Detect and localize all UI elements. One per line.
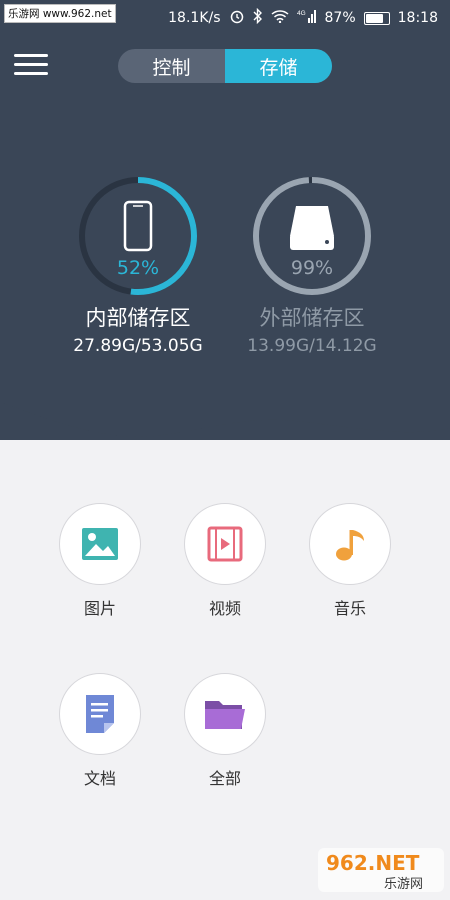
external-percent: 99% [291,257,333,279]
drive-icon [290,206,334,250]
external-storage-gauge[interactable]: 99% [252,176,372,296]
folder-icon [184,673,266,755]
external-storage-label: 外部储存区 13.99G/14.12G [212,302,412,356]
tab-control[interactable]: 控制 [118,49,225,83]
image-icon [59,503,141,585]
external-storage-size: 13.99G/14.12G [247,336,377,356]
document-icon [59,673,141,755]
phone-icon [123,200,153,252]
bluetooth-icon [253,7,263,28]
external-storage-name: 外部储存区 [259,306,365,330]
svg-text:乐游网: 乐游网 [384,877,423,892]
watermark: 乐游网 www.962.net [4,4,116,23]
battery-icon [363,11,390,25]
tab-storage[interactable]: 存储 [225,49,332,83]
alarm-icon [229,8,245,28]
menu-button[interactable] [14,54,48,76]
status-bar: 乐游网 www.962.net 18.1K/s 4G 87% 18:18 [0,0,450,34]
clock: 18:18 [397,10,438,26]
category-documents-label: 文档 [83,769,116,788]
category-music-label: 音乐 [333,599,366,618]
brand-logo: 962.NET 乐游网 [318,848,444,892]
category-music[interactable]: 音乐 [295,503,405,619]
category-all[interactable]: 全部 [170,673,280,789]
category-videos-label: 视频 [208,599,241,618]
svg-text:4G: 4G [297,10,306,17]
category-all-label: 全部 [208,769,241,788]
header-wave [0,380,450,437]
music-icon [309,503,391,585]
category-videos[interactable]: 视频 [170,503,280,619]
svg-text:962.NET: 962.NET [326,851,420,875]
internal-storage-name: 内部储存区 [85,306,191,330]
video-icon [184,503,266,585]
internal-percent: 52% [117,257,159,279]
battery-percent: 87% [324,10,356,26]
hamburger-icon [14,54,48,57]
wifi-icon [271,9,289,27]
mode-switch: 控制 存储 [118,49,332,83]
network-speed: 18.1K/s [168,10,221,26]
category-documents[interactable]: 文档 [45,673,155,789]
cell-signal-icon: 4G [297,8,317,28]
internal-storage-gauge[interactable]: 52% [78,176,198,296]
category-images-label: 图片 [83,599,116,618]
category-images[interactable]: 图片 [45,503,155,619]
internal-storage-size: 27.89G/53.05G [73,336,203,356]
internal-storage-label: 内部储存区 27.89G/53.05G [38,302,238,356]
